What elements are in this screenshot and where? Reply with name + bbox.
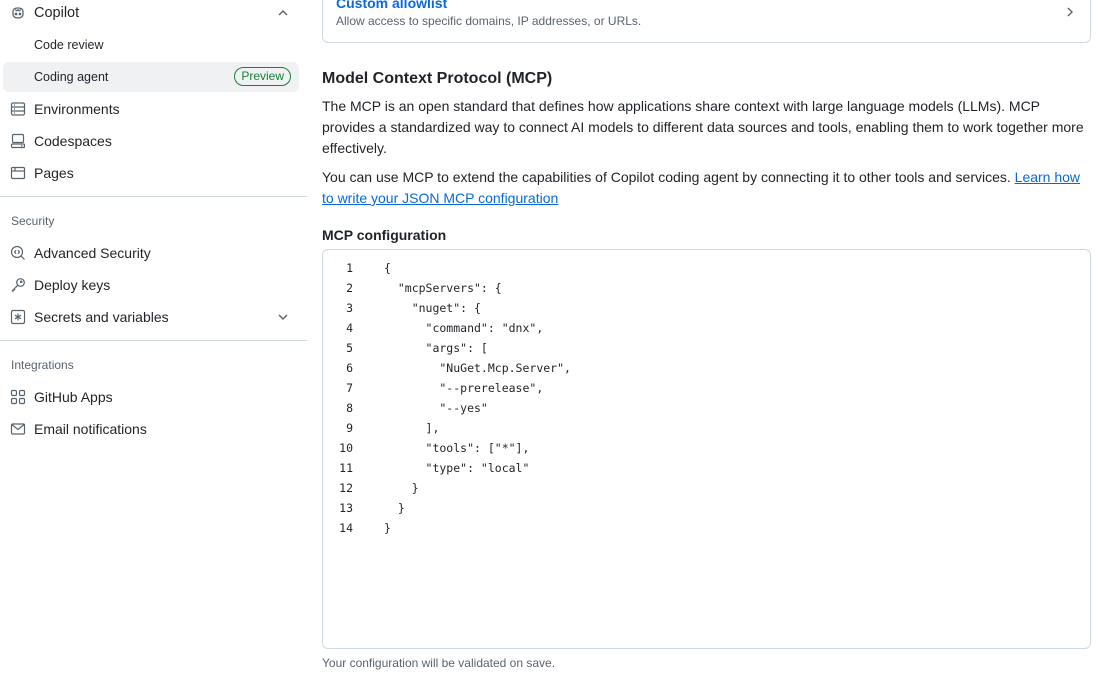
code-line[interactable]: 3 "nuget": { [323, 298, 1090, 318]
chevron-down-icon[interactable] [276, 310, 290, 324]
sidebar-item-environments[interactable]: Environments [3, 94, 299, 124]
mcp-description: The MCP is an open standard that defines… [322, 98, 1084, 156]
code-text[interactable]: "mcpServers": { [384, 281, 502, 295]
codespaces-icon [10, 133, 26, 149]
code-line[interactable]: 1{ [323, 258, 1090, 278]
asterisk-icon [10, 309, 26, 325]
code-line[interactable]: 14} [323, 518, 1090, 538]
code-line[interactable]: 2 "mcpServers": { [323, 278, 1090, 298]
sidebar-item-label: Advanced Security [34, 245, 151, 261]
code-line[interactable]: 10 "tools": ["*"], [323, 438, 1090, 458]
code-text[interactable]: { [384, 261, 391, 275]
validation-note: Your configuration will be validated on … [322, 656, 556, 670]
line-number: 1 [346, 261, 353, 275]
code-line[interactable]: 8 "--yes" [323, 398, 1090, 418]
sidebar-item-label: Email notifications [34, 421, 147, 437]
code-text[interactable]: "tools": ["*"], [384, 441, 530, 455]
mcp-usage-text: You can use MCP to extend the capabiliti… [322, 167, 1091, 209]
allowlist-description: Allow access to specific domains, IP add… [336, 14, 642, 28]
code-text[interactable]: } [384, 501, 405, 515]
mcp-config-editor[interactable]: 1{2 "mcpServers": {3 "nuget": {4 "comman… [322, 249, 1091, 649]
sidebar-item-copilot[interactable]: Copilot [3, 0, 299, 28]
sidebar-item-advanced-security[interactable]: Advanced Security [3, 238, 299, 268]
line-number: 3 [346, 301, 353, 315]
code-text[interactable]: "--prerelease", [384, 381, 543, 395]
line-number: 5 [346, 341, 353, 355]
code-text[interactable]: "type": "local" [384, 461, 530, 475]
sidebar-item-coding-agent[interactable]: Coding agent Preview [3, 62, 299, 92]
line-number: 12 [339, 481, 353, 495]
section-heading-integrations: Integrations [11, 358, 74, 372]
section-heading-security: Security [11, 214, 55, 228]
sidebar-item-label: Secrets and variables [34, 309, 169, 325]
sidebar-item-label: Environments [34, 101, 120, 117]
sidebar-item-github-apps[interactable]: GitHub Apps [3, 382, 299, 412]
sidebar-item-codespaces[interactable]: Codespaces [3, 126, 299, 156]
sidebar-item-label: Codespaces [34, 133, 112, 149]
line-number: 4 [346, 321, 353, 335]
sidebar-item-label: Coding agent [34, 70, 109, 84]
line-number: 11 [339, 461, 353, 475]
key-icon [11, 278, 25, 292]
allowlist-title[interactable]: Custom allowlist [336, 0, 447, 11]
line-number: 13 [339, 501, 353, 515]
code-text[interactable]: ], [384, 421, 440, 435]
code-line[interactable]: 6 "NuGet.Mcp.Server", [323, 358, 1090, 378]
sidebar-item-deploy-keys[interactable]: Deploy keys [3, 270, 299, 300]
code-text[interactable]: } [384, 481, 419, 495]
sidebar-item-pages[interactable]: Pages [3, 158, 299, 188]
code-text[interactable]: "NuGet.Mcp.Server", [384, 361, 571, 375]
code-line[interactable]: 11 "type": "local" [323, 458, 1090, 478]
server-icon [10, 102, 26, 116]
code-line[interactable]: 9 ], [323, 418, 1090, 438]
line-number: 10 [339, 441, 353, 455]
mcp-configuration-label: MCP configuration [322, 227, 447, 243]
code-line[interactable]: 4 "command": "dnx", [323, 318, 1090, 338]
sidebar-item-code-review[interactable]: Code review [3, 30, 299, 60]
browser-icon [10, 166, 26, 180]
apps-icon [10, 389, 26, 405]
code-text[interactable]: "nuget": { [384, 301, 481, 315]
usage-text: You can use MCP to extend the capabiliti… [322, 169, 1015, 185]
sidebar-item-label: GitHub Apps [34, 389, 113, 405]
sidebar-item-email-notifications[interactable]: Email notifications [3, 414, 299, 444]
sidebar-item-secrets-and-variables[interactable]: Secrets and variables [3, 302, 299, 332]
code-text[interactable]: } [384, 521, 391, 535]
settings-sidebar: Copilot Code review Coding agent Preview… [0, 0, 307, 673]
code-text[interactable]: "args": [ [384, 341, 488, 355]
code-text[interactable]: "--yes" [384, 401, 487, 415]
code-line[interactable]: 7 "--prerelease", [323, 378, 1090, 398]
sidebar-item-label: Deploy keys [34, 277, 111, 293]
main-content: Custom allowlist Allow access to specifi… [322, 0, 1091, 673]
code-line[interactable]: 13 } [323, 498, 1090, 518]
code-text[interactable]: "command": "dnx", [384, 321, 544, 335]
sidebar-divider [0, 340, 307, 341]
mcp-heading: Model Context Protocol (MCP) [322, 70, 553, 87]
copilot-icon [12, 7, 24, 19]
codescan-icon [10, 245, 25, 260]
mail-icon [10, 423, 26, 435]
line-number: 6 [346, 361, 353, 375]
code-line[interactable]: 5 "args": [ [323, 338, 1090, 358]
preview-badge: Preview [234, 67, 291, 86]
code-line[interactable]: 12 } [323, 478, 1090, 498]
line-number: 8 [346, 401, 353, 415]
line-number: 9 [346, 421, 353, 435]
custom-allowlist-card[interactable]: Custom allowlist Allow access to specifi… [322, 0, 1091, 43]
sidebar-item-label: Copilot [34, 5, 80, 21]
line-number: 2 [346, 281, 353, 295]
line-number: 7 [346, 381, 353, 395]
sidebar-item-label: Code review [34, 38, 104, 52]
chevron-right-icon[interactable] [1063, 5, 1077, 19]
line-number: 14 [339, 521, 353, 535]
sidebar-item-label: Pages [34, 165, 74, 181]
chevron-up-icon[interactable] [276, 6, 290, 20]
sidebar-divider [0, 196, 307, 197]
